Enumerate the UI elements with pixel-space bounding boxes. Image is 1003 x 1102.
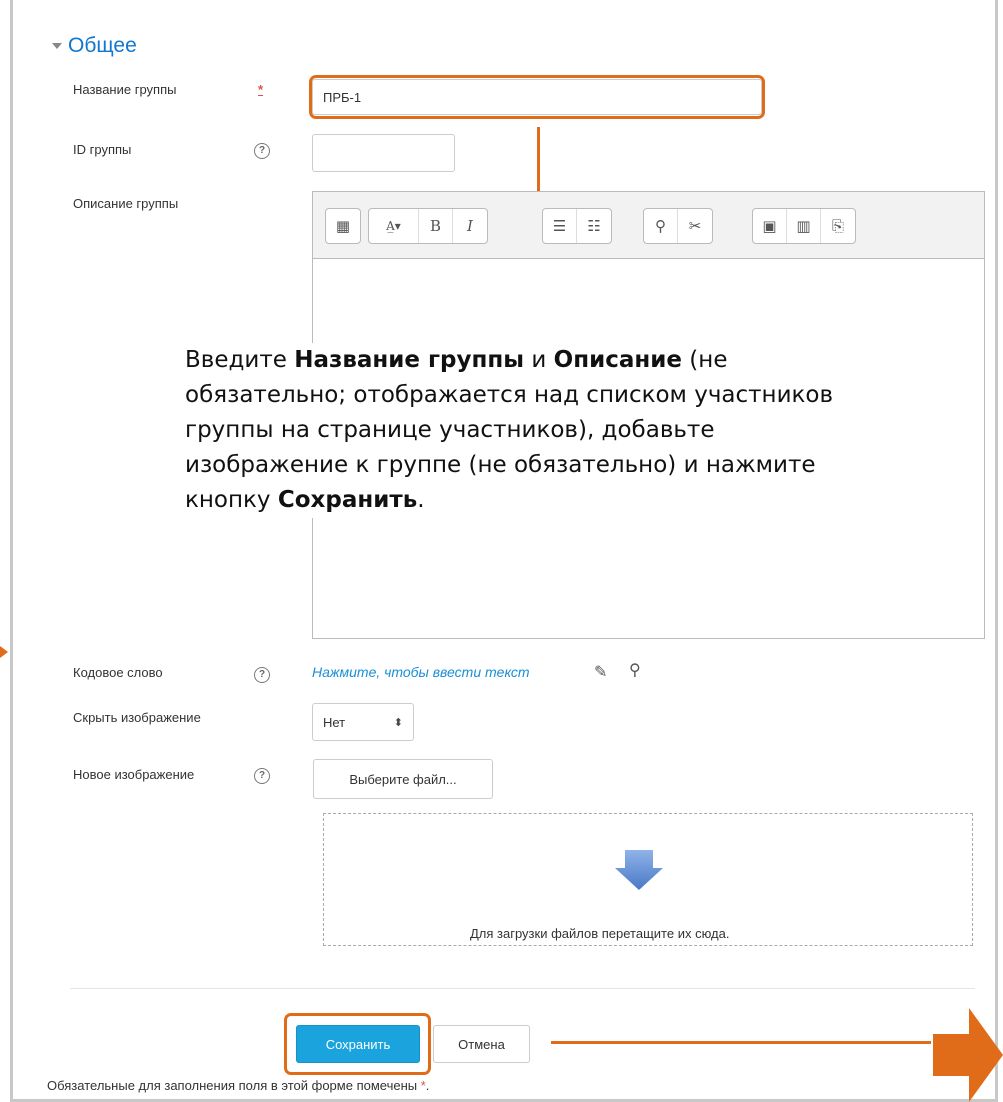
callout-text: Введите [185, 347, 295, 373]
required-icon: * [258, 82, 264, 97]
callout-text: . [417, 487, 425, 513]
toolbar-toggle-icon[interactable]: ▦ [326, 209, 360, 243]
toolbar-group-collapse: ▦ [325, 208, 361, 244]
choose-file-button[interactable]: Выберите файл... [313, 759, 493, 799]
bullet-list-icon[interactable]: ☰ [543, 209, 577, 243]
description-label: Описание группы [73, 196, 179, 211]
link-icon[interactable]: ⚲ [644, 209, 678, 243]
callout-bold-save: Сохранить [277, 487, 418, 513]
next-arrow-line [551, 1041, 931, 1044]
media-icon[interactable]: ▥ [787, 209, 821, 243]
download-arrow-icon [615, 850, 663, 890]
toolbar-group-media: ▣ ▥ ⎘ [752, 208, 856, 244]
next-arrow-icon [933, 1008, 1003, 1102]
required-fields-note: Обязательные для заполнения поля в этой … [47, 1078, 429, 1093]
paragraph-style-icon[interactable]: A̲▾ [369, 209, 419, 243]
help-icon[interactable]: ? [254, 143, 270, 159]
image-icon[interactable]: ▣ [753, 209, 787, 243]
numbered-list-icon[interactable]: ☷ [577, 209, 611, 243]
new-picture-label: Новое изображение [73, 767, 195, 782]
help-icon[interactable]: ? [254, 667, 270, 683]
manage-files-icon[interactable]: ⎘ [821, 209, 855, 243]
arrow-fragment-icon [0, 646, 8, 658]
unlink-icon[interactable]: ✂ [678, 209, 712, 243]
caret-down-icon [52, 43, 62, 49]
hide-picture-label: Скрыть изображение [73, 710, 201, 725]
required-note-text: Обязательные для заполнения поля в этой … [47, 1078, 421, 1093]
callout-bold-group-name: Название группы [294, 347, 525, 373]
callout-bold-description: Описание [553, 347, 682, 373]
toolbar-group-lists: ☰ ☷ [542, 208, 612, 244]
group-name-label: Название группы [73, 82, 177, 97]
enrolment-key-label: Кодовое слово [73, 665, 163, 680]
instruction-callout: Введите Название группы и Описание (не о… [185, 343, 845, 518]
select-arrows-icon: ⬍ [393, 716, 403, 729]
italic-icon[interactable]: I [453, 209, 487, 243]
section-header-general[interactable]: Общее [52, 34, 137, 58]
hide-picture-value: Нет [323, 714, 346, 730]
drop-zone-text: Для загрузки файлов перетащите их сюда. [470, 926, 730, 941]
callout-text: и [524, 347, 554, 373]
group-name-highlight [309, 75, 765, 119]
bold-icon[interactable]: B [419, 209, 453, 243]
hide-picture-select[interactable]: Нет ⬍ [312, 703, 414, 741]
toolbar-group-links: ⚲ ✂ [643, 208, 713, 244]
group-id-input[interactable] [312, 134, 455, 172]
save-button-highlight [284, 1013, 431, 1075]
group-id-label: ID группы [73, 142, 132, 157]
search-icon[interactable]: ⚲ [629, 660, 641, 680]
editor-toolbar: ▦ A̲▾ B I ☰ ☷ ⚲ ✂ ▣ ▥ ⎘ [313, 192, 984, 259]
edit-pencil-icon[interactable]: ✎ [594, 662, 607, 682]
form-divider [70, 988, 975, 989]
help-icon[interactable]: ? [254, 768, 270, 784]
section-title: Общее [68, 34, 137, 57]
cancel-button[interactable]: Отмена [433, 1025, 530, 1063]
required-note-end: . [425, 1078, 430, 1093]
enrolment-key-link[interactable]: Нажмите, чтобы ввести текст [312, 664, 530, 680]
toolbar-group-format: A̲▾ B I [368, 208, 488, 244]
